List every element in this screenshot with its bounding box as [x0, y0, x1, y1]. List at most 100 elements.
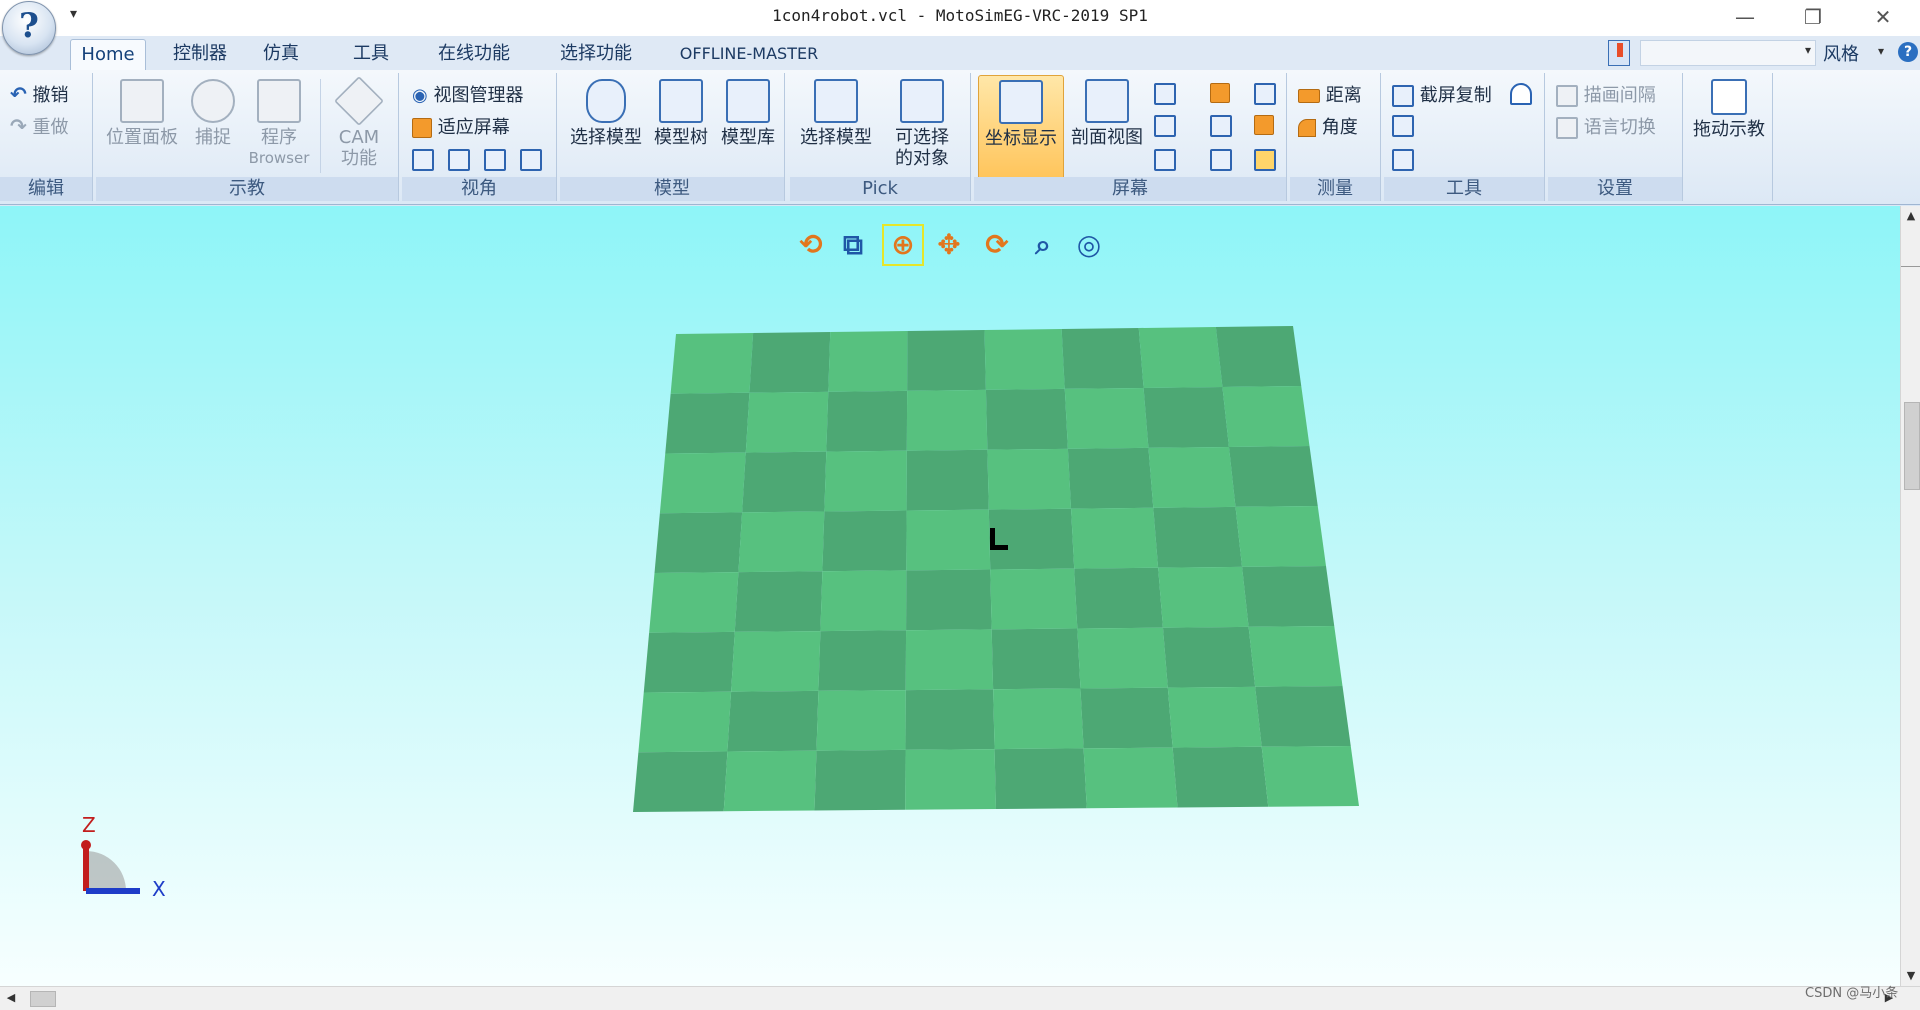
3d-viewport[interactable]: ⟲ ⧉ ⊕ ✥ ⟳ ⌕ ◎ Z X [0, 206, 1902, 986]
floor-tile [731, 631, 821, 692]
tab-controller[interactable]: 控制器 [162, 39, 238, 69]
lamp-icon[interactable] [1254, 83, 1276, 105]
draw-interval-button[interactable]: 描画间隔 [1556, 81, 1656, 107]
floor-tile [654, 512, 743, 573]
floor-tile [1143, 386, 1229, 448]
arrows-up-icon[interactable] [1210, 115, 1232, 137]
help-icon[interactable]: ? [1898, 42, 1918, 62]
group-teach-label: 示教 [96, 177, 398, 201]
ribbon-search-box[interactable]: ▾ [1640, 40, 1816, 66]
book-icon[interactable] [1608, 40, 1630, 66]
group-model: 选择模型 模型树 模型库 模型 [560, 73, 785, 201]
floor-tile [824, 450, 907, 512]
select-model-button[interactable]: 选择模型 [566, 79, 646, 148]
tab-simulation[interactable]: 仿真 [256, 39, 306, 69]
floor-tile [1148, 446, 1236, 508]
redo-button[interactable]: ↷ 重做 [10, 113, 69, 139]
fit-screen-button[interactable]: 适应屏幕 [412, 113, 510, 139]
search-dropdown-icon[interactable]: ▾ [1805, 43, 1811, 57]
view-top-icon[interactable] [448, 149, 470, 171]
title-bar: ? ▾ 1con4robot.vcl - MotoSimEG-VRC-2019 … [0, 0, 1920, 55]
unlock-icon[interactable] [1510, 83, 1532, 105]
model-library-button[interactable]: 模型库 [716, 79, 780, 148]
floor-tile [906, 389, 988, 451]
cam-label-2: 功能 [341, 148, 377, 169]
view-manager-button[interactable]: ◉ 视图管理器 [412, 81, 523, 107]
cube-icon [334, 76, 384, 126]
cube-color-icon[interactable] [1210, 83, 1230, 103]
floor-tile [907, 330, 986, 391]
view-front-icon[interactable] [412, 149, 434, 171]
teach-separator [320, 79, 321, 173]
position-panel-button[interactable]: 位置面板 [102, 79, 182, 148]
scroll-left-icon[interactable]: ◀ [0, 987, 22, 1009]
tab-online[interactable]: 在线功能 [428, 39, 520, 69]
model-tree-button[interactable]: 模型树 [650, 79, 712, 148]
group-model-label: 模型 [560, 177, 784, 201]
tab-offline-master[interactable]: OFFLINE-MASTER [672, 39, 826, 69]
cam-function-button[interactable]: CAM 功能 [328, 76, 390, 169]
language-switch-button[interactable]: 语言切换 [1556, 113, 1656, 139]
floor-tile [1228, 446, 1318, 507]
minimize-button[interactable]: — [1710, 0, 1780, 36]
group-screen: 坐标显示 剖面视图 屏幕 [974, 73, 1287, 201]
section-view-icon [1085, 79, 1129, 123]
drag-teach-label: 拖动示教 [1693, 119, 1765, 140]
tab-select[interactable]: 选择功能 [550, 39, 642, 69]
language-icon [1556, 117, 1578, 139]
section-view-button[interactable]: 剖面视图 [1066, 79, 1148, 148]
material-icon[interactable] [1154, 83, 1176, 105]
layout-icon[interactable] [1154, 115, 1176, 137]
floor-tile [1067, 447, 1154, 509]
vertical-scrollbar[interactable]: ▲ ▼ [1900, 206, 1920, 986]
floor-grid[interactable] [0, 206, 1902, 986]
floor-tile [727, 690, 819, 752]
style-menu[interactable]: 风格 [1823, 40, 1859, 66]
floor-tile [826, 390, 908, 452]
close-button[interactable]: ✕ [1848, 0, 1918, 36]
tab-home[interactable]: Home [70, 39, 146, 70]
coordinate-icon [999, 80, 1043, 124]
capture-button[interactable]: 捕捉 [188, 79, 238, 148]
style-dropdown-icon[interactable]: ▾ [1878, 44, 1884, 58]
distance-button[interactable]: 距离 [1298, 81, 1362, 107]
brush-icon[interactable] [1154, 149, 1176, 171]
view-side-icon[interactable] [484, 149, 506, 171]
bottle-icon[interactable] [1210, 149, 1232, 171]
view-iso-icon[interactable] [520, 149, 542, 171]
floor-tile [665, 392, 750, 454]
coord-display-button[interactable]: 坐标显示 [978, 75, 1064, 181]
horizontal-scrollbar[interactable]: ◀ ▶ [0, 986, 1920, 1010]
screenshot-copy-button[interactable]: 截屏复制 [1392, 81, 1492, 107]
scroll-up-icon[interactable]: ▲ [1901, 206, 1920, 226]
copy-window-icon[interactable] [1392, 149, 1414, 171]
program-browser-button[interactable]: 程序 Browser [246, 79, 312, 169]
axis-toggle-icon[interactable] [1254, 115, 1274, 135]
group-settings: 描画间隔 语言切换 设置 [1548, 73, 1683, 201]
drag-teach-button[interactable]: 拖动示教 [1688, 79, 1770, 140]
grid-icon[interactable] [1254, 149, 1276, 171]
model-tree-label: 模型树 [654, 127, 708, 148]
floor-tile [649, 572, 739, 633]
position-panel-label: 位置面板 [106, 127, 178, 148]
vertical-scroll-thumb[interactable] [1904, 402, 1920, 490]
ribbon-tab-row: Home 控制器 仿真 工具 在线功能 选择功能 OFFLINE-MASTER [0, 36, 1920, 70]
app-menu-button[interactable]: ? [2, 1, 56, 55]
floor-tile [991, 628, 1081, 690]
scroll-down-icon[interactable]: ▼ [1901, 966, 1920, 986]
floor-tile [633, 751, 728, 812]
group-view-label: 视角 [402, 177, 556, 201]
redo-label: 重做 [32, 117, 69, 138]
floor-tile [1077, 627, 1168, 689]
group-measure: 距离 角度 测量 [1290, 73, 1381, 201]
window-search-icon[interactable] [1392, 115, 1414, 137]
floor-tile [905, 749, 996, 810]
model-library-label: 模型库 [721, 127, 775, 148]
tab-tools[interactable]: 工具 [346, 39, 396, 69]
restore-button[interactable]: ❐ [1778, 0, 1848, 36]
angle-button[interactable]: 角度 [1298, 113, 1358, 139]
horizontal-scroll-thumb[interactable] [30, 991, 56, 1007]
selectable-objects-button[interactable]: 可选择 的对象 [882, 79, 962, 169]
pick-select-model-button[interactable]: 选择模型 [796, 79, 876, 148]
undo-button[interactable]: ↶ 撤销 [10, 81, 69, 107]
